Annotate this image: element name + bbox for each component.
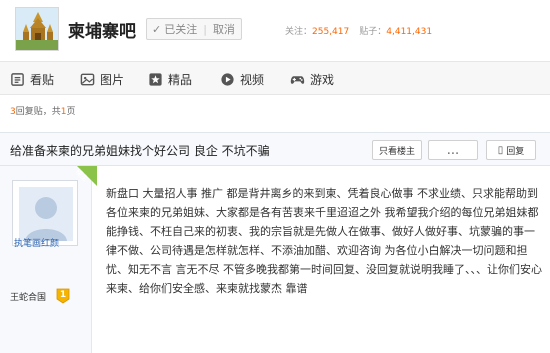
thread-title: 给准备来柬的兄弟姐妹找个好公司 良企 不坑不骗: [10, 144, 270, 158]
nav-label: 游戏: [310, 72, 335, 87]
reply-count-label: 回复贴，共: [15, 107, 61, 117]
post-floor-1: 执笔画红颜 王蛇合国 1 新盘口 大量招人事 推广 都是背井离乡的来到柬、凭着良…: [0, 166, 550, 353]
forum-logo[interactable]: [15, 7, 59, 51]
forum-nav: 看贴 图片 精品 视频 游戏: [0, 61, 550, 95]
author-title: 王蛇合国: [10, 293, 47, 303]
reply-button-label: 回复: [506, 146, 525, 157]
gamepad-icon: [290, 75, 305, 84]
nav-item-posts[interactable]: 看贴: [10, 69, 54, 89]
check-icon: ✓: [152, 22, 162, 36]
post-count: 4,411,431: [386, 27, 433, 37]
post-count-label: 贴子：: [359, 27, 387, 37]
reply-button[interactable]: ▯ 回复: [486, 140, 536, 160]
forum-stats: 关注：255,417 贴子：4,411,431: [285, 24, 432, 37]
nav-item-video[interactable]: 视频: [220, 69, 264, 89]
forum-name[interactable]: 柬埔寨吧: [68, 17, 136, 42]
more-options-button[interactable]: ...: [428, 140, 478, 160]
post-content: 新盘口 大量招人事 推广 都是背井离乡的来到柬、凭着良心做事 不求业绩、只求能帮…: [106, 187, 542, 295]
nav-label: 精品: [168, 72, 193, 87]
author-panel: 执笔画红颜 王蛇合国 1: [0, 166, 97, 353]
more-icon: ...: [446, 142, 460, 158]
nav-item-featured[interactable]: 精品: [148, 69, 192, 89]
page-count-label: 页: [66, 107, 76, 117]
nav-label: 看贴: [30, 72, 55, 87]
followed-label: 已关注: [164, 23, 198, 36]
nav-label: 图片: [100, 72, 125, 87]
follow-button-group: ✓ 已关注 | 取消: [146, 18, 242, 40]
unfollow-button[interactable]: 取消: [207, 21, 241, 37]
document-list-icon: [11, 72, 24, 86]
nav-item-games[interactable]: 游戏: [290, 69, 334, 89]
video-icon: [221, 72, 234, 86]
reply-count-info: 3回复贴，共1页: [10, 104, 76, 117]
star-icon: [149, 72, 162, 86]
follow-count-label: 关注：: [285, 27, 313, 37]
nav-label: 视频: [240, 72, 265, 87]
thread-title-bar: 给准备来柬的兄弟姐妹找个好公司 良企 不坑不骗 只看楼主 ... ▯ 回复: [0, 132, 550, 166]
followed-button[interactable]: ✓ 已关注: [147, 19, 203, 39]
forum-header: 柬埔寨吧 ✓ 已关注 | 取消 关注：255,417 贴子：4,411,431: [0, 0, 550, 56]
only-op-button[interactable]: 只看楼主: [372, 140, 422, 160]
nav-item-pictures[interactable]: 图片: [80, 69, 124, 89]
author-username[interactable]: 执笔画红颜: [14, 236, 59, 249]
user-level: 1: [59, 290, 67, 300]
follow-count: 255,417: [312, 27, 350, 37]
picture-icon: [80, 73, 95, 85]
reply-icon: ▯: [497, 144, 504, 156]
